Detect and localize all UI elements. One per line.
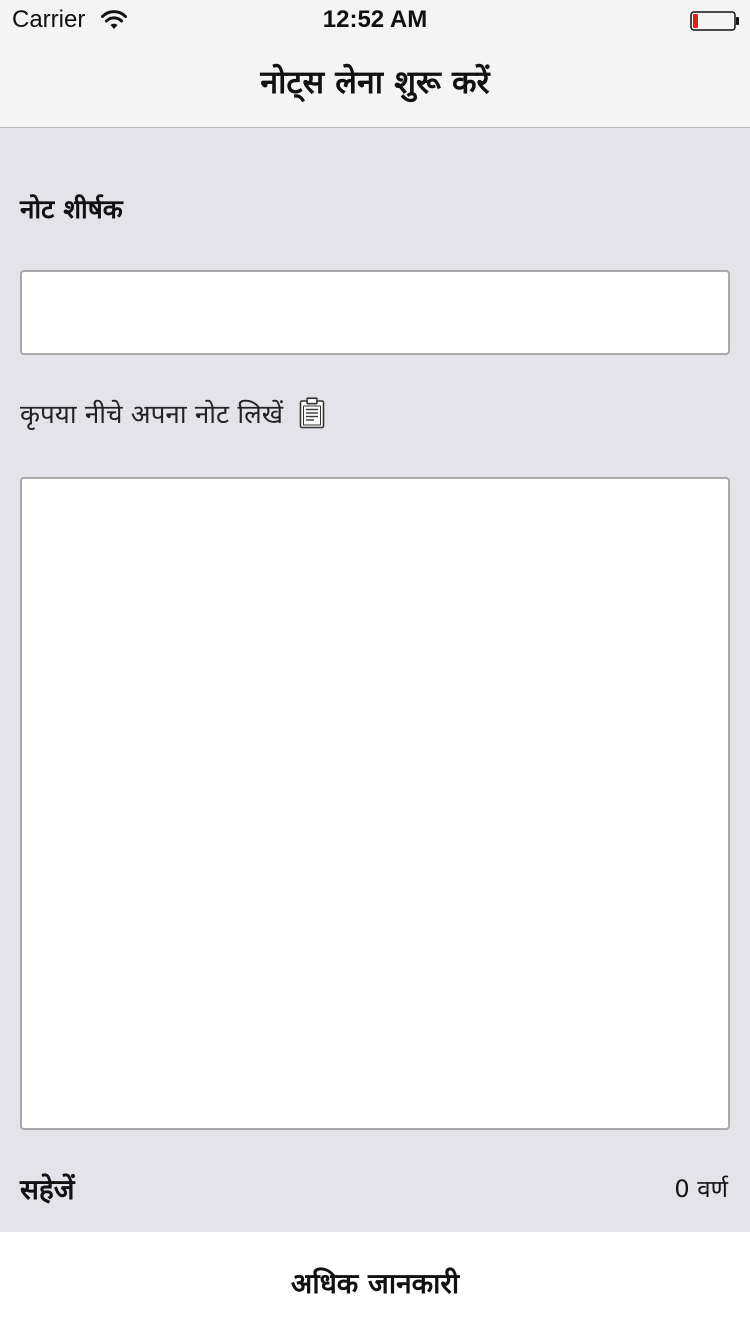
note-title-label: नोट शीर्षक xyxy=(20,195,123,225)
clipboard-icon xyxy=(299,397,325,429)
save-button[interactable]: सहेजें xyxy=(20,1170,75,1208)
character-count: 0 वर्ण xyxy=(674,1175,728,1203)
instruction-label: कृपया नीचे अपना नोट लिखें xyxy=(20,400,283,430)
note-title-input[interactable] xyxy=(20,270,730,355)
instruction-row: कृपया नीचे अपना नोट लिखें xyxy=(20,395,325,431)
status-bar: Carrier 12:52 AM xyxy=(0,0,750,40)
page-title: नोट्स लेना शुरू करें xyxy=(260,63,490,101)
status-time: 12:52 AM xyxy=(322,6,428,33)
battery-low-icon xyxy=(690,11,739,31)
more-info-button[interactable]: अधिक जानकारी xyxy=(0,1232,750,1334)
note-body-textarea[interactable] xyxy=(20,477,730,1130)
top-bar: Carrier 12:52 AM नोट्स लेना शुरू करें xyxy=(0,0,750,128)
bottom-bar: अधिक जानकारी xyxy=(0,1232,750,1334)
